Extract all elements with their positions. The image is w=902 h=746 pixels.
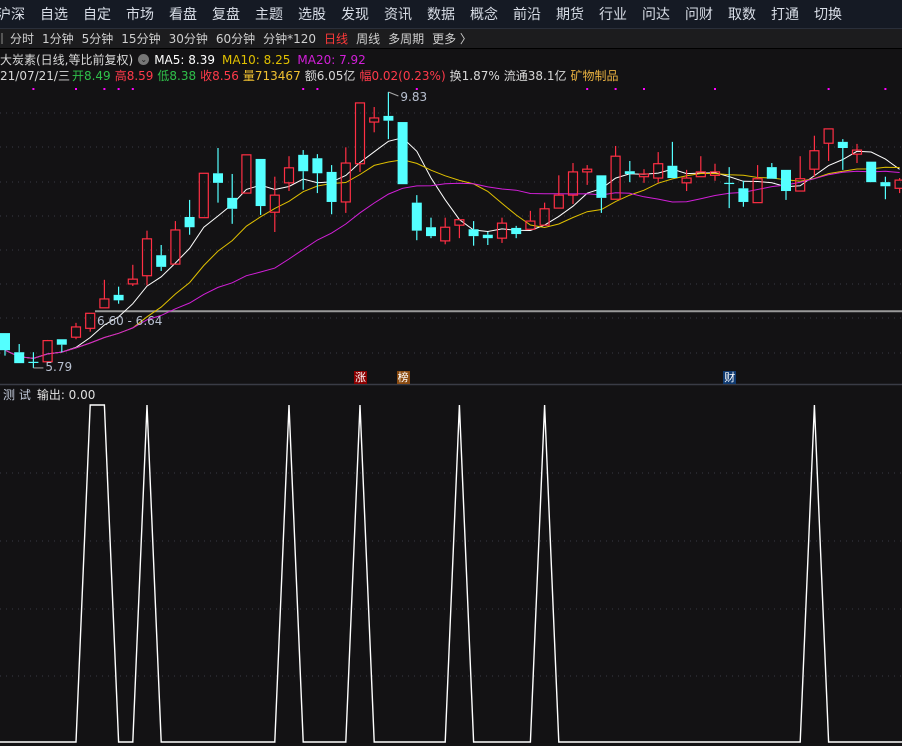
candle-body-up xyxy=(823,128,834,144)
candle-body-down xyxy=(213,173,223,183)
candle-body-down xyxy=(426,227,436,237)
max-price-label: 9.83 xyxy=(400,90,428,104)
candle-body-up xyxy=(354,102,366,165)
candle-body-down xyxy=(113,294,124,301)
indicator-line xyxy=(0,404,902,743)
candle-body-down xyxy=(482,234,493,239)
candle-body-up xyxy=(241,154,252,194)
candle-body-down xyxy=(468,229,479,237)
event-marker xyxy=(131,88,134,90)
ma-line-ma10 xyxy=(4,159,900,359)
candle-body-up xyxy=(283,167,295,184)
event-marker xyxy=(103,88,106,90)
event-marker xyxy=(643,88,645,90)
event-marker xyxy=(117,88,120,90)
candle-body-up xyxy=(42,340,53,363)
candle-body-down xyxy=(837,141,848,149)
price-range-label: 6.60 - 6.64 xyxy=(97,314,163,329)
candle-body-down xyxy=(326,171,337,202)
max-arrow-icon xyxy=(388,91,399,97)
candle-body-down xyxy=(0,333,10,351)
event-badge[interactable]: 财 xyxy=(723,371,737,384)
event-badge[interactable]: 涨 xyxy=(354,371,367,384)
candle-body-down xyxy=(383,115,394,121)
candle-body-up xyxy=(809,150,820,170)
candle-body-up xyxy=(553,194,564,209)
candle-body-down xyxy=(411,202,422,231)
candle-body-down xyxy=(667,165,678,179)
candle-body-up xyxy=(127,278,138,285)
candle-body-up xyxy=(653,163,664,179)
candle-body-down xyxy=(766,167,777,179)
candle-body-down xyxy=(724,182,735,185)
candle-body-up xyxy=(85,312,96,329)
candle-body-down xyxy=(56,339,67,345)
candle-body-up xyxy=(894,179,902,189)
event-marker xyxy=(714,88,716,90)
candle-body-down xyxy=(738,188,749,202)
candle-body-down xyxy=(397,122,408,185)
candle-body-down xyxy=(312,158,323,174)
candle-body-down xyxy=(624,171,635,174)
candle-body-down xyxy=(28,361,39,363)
candle-body-up xyxy=(198,172,209,219)
candle-body-up xyxy=(496,222,508,239)
candle-body-up xyxy=(269,194,280,213)
event-marker xyxy=(586,88,589,90)
candle-body-down xyxy=(184,216,195,228)
candle-body-down xyxy=(596,175,607,198)
candle-body-up xyxy=(369,117,380,123)
candle-body-up xyxy=(567,171,579,196)
event-marker xyxy=(302,88,305,90)
candle-body-down xyxy=(255,158,266,207)
event-marker xyxy=(614,88,617,90)
event-marker xyxy=(884,88,887,90)
indicator-output: 输出: 0.00 xyxy=(36,388,96,402)
event-marker xyxy=(316,88,319,90)
candle-body-up xyxy=(440,226,451,242)
indicator-title: 测 试输出: 0.00 xyxy=(3,386,95,403)
candle-body-down xyxy=(156,255,167,267)
candle-body-up xyxy=(582,168,593,173)
indicator-name: 测 试 xyxy=(3,388,31,402)
candle-body-up xyxy=(170,229,181,265)
event-marker xyxy=(75,88,77,90)
ma-line-ma20 xyxy=(4,170,900,359)
event-badge[interactable]: 榜 xyxy=(396,371,410,384)
kline-chart[interactable] xyxy=(0,0,902,746)
candle-body-up xyxy=(752,178,763,204)
event-marker xyxy=(32,88,35,90)
event-marker xyxy=(827,88,830,90)
candle-body-up xyxy=(638,173,650,178)
candle-body-down xyxy=(298,154,309,172)
candle-body-down xyxy=(227,197,238,209)
candle-body-down xyxy=(511,227,522,235)
candle-body-up xyxy=(141,238,153,277)
candle-body-up xyxy=(99,298,110,309)
min-price-label: 5.79 xyxy=(45,359,73,374)
candle-body-down xyxy=(14,352,25,364)
candle-body-down xyxy=(880,182,891,187)
candle-body-down xyxy=(866,161,877,183)
candle-body-down xyxy=(781,169,791,192)
candle-body-up xyxy=(681,177,692,184)
candle-body-up xyxy=(70,326,82,338)
